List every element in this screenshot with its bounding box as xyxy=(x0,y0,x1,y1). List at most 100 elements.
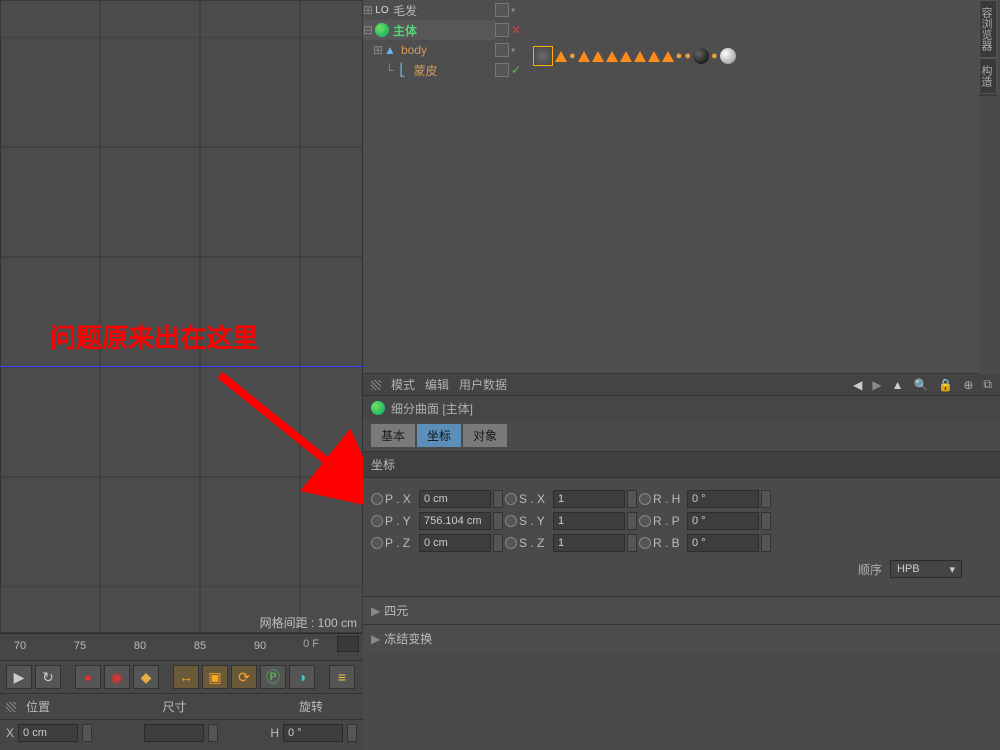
tree-row-mainbody[interactable]: ⊟ 主体 xyxy=(363,20,495,40)
layer-checkbox[interactable] xyxy=(495,43,509,57)
autokey-button[interactable]: ◉ xyxy=(104,665,130,689)
spinner[interactable] xyxy=(493,490,503,508)
pla-key-button[interactable]: ◑ xyxy=(289,665,315,689)
flag-dot[interactable]: • xyxy=(511,3,515,17)
spinner[interactable] xyxy=(493,534,503,552)
input-rp[interactable]: 0 ° xyxy=(687,512,759,530)
keyframe-toggle[interactable] xyxy=(639,515,651,527)
tree-row-hair[interactable]: ⊞ LO 毛发 xyxy=(363,0,495,20)
input-sy[interactable]: 1 xyxy=(553,512,625,530)
keyframe-toggle[interactable] xyxy=(639,493,651,505)
material-tag-icon[interactable] xyxy=(578,51,590,62)
loop-button[interactable]: ↻ xyxy=(35,665,61,689)
input-px[interactable]: 0 cm xyxy=(419,490,491,508)
timeline-panel[interactable]: 70 75 80 85 90 0 F ▶ ↻ ● ◉ ◆ ↔ ▣ ⟳ Ⓟ ◑ ≡… xyxy=(0,633,363,750)
keyframe-toggle[interactable] xyxy=(505,515,517,527)
pin-icon[interactable]: ⧉ xyxy=(983,377,992,392)
tree-row-skin[interactable]: └ ⎣ 蒙皮 xyxy=(363,60,495,80)
h-input[interactable]: 0 ° xyxy=(283,724,343,742)
flag-row[interactable]: ✕ xyxy=(495,20,531,40)
attribute-tabs[interactable]: 基本 坐标 对象 xyxy=(363,420,1000,451)
expander-icon[interactable]: ⊟ xyxy=(363,23,371,37)
frame-input[interactable] xyxy=(337,636,359,652)
layer-checkbox[interactable] xyxy=(495,3,509,17)
menu-userdata[interactable]: 用户数据 xyxy=(459,376,507,393)
rotation-order-dropdown[interactable]: HPB▾ xyxy=(890,560,962,578)
input-py[interactable]: 756.104 cm xyxy=(419,512,491,530)
input-rb[interactable]: 0 ° xyxy=(687,534,759,552)
move-key-button[interactable]: ↔ xyxy=(173,665,199,689)
transport-toolbar[interactable]: ▶ ↻ ● ◉ ◆ ↔ ▣ ⟳ Ⓟ ◑ ≡ xyxy=(0,660,363,693)
hierarchy-panel[interactable]: ⊞ LO 毛发 ⊟ 主体 ⊞ ▲ body └ ⎣ 蒙皮 • ✕ • ✓ xyxy=(363,0,979,374)
play-button[interactable]: ▶ xyxy=(6,665,32,689)
flag-dot[interactable]: • xyxy=(511,43,515,57)
disable-icon[interactable]: ✕ xyxy=(511,23,521,37)
keyframe-button[interactable]: ◆ xyxy=(133,665,159,689)
side-tab-construct[interactable]: 构造 xyxy=(979,58,997,94)
keyframe-toggle[interactable] xyxy=(639,537,651,549)
expander-icon[interactable]: ⊞ xyxy=(363,3,371,17)
spinner[interactable] xyxy=(627,534,637,552)
input-rh[interactable]: 0 ° xyxy=(687,490,759,508)
visibility-flags[interactable]: • ✕ • ✓ xyxy=(495,0,531,80)
grip-icon[interactable] xyxy=(6,702,16,712)
layer-checkbox[interactable] xyxy=(495,63,509,77)
size-x-input[interactable] xyxy=(144,724,204,742)
spinner[interactable] xyxy=(82,724,92,742)
small-dot-icon[interactable]: ● xyxy=(676,50,683,62)
x-input[interactable]: 0 cm xyxy=(18,724,78,742)
attributes-panel[interactable]: 模式 编辑 用户数据 ◀ ▶ ▲ 🔍 🔒 ⊕ ⧉ 细分曲面 [主体] 基本 坐标… xyxy=(363,374,1000,750)
record-button[interactable]: ● xyxy=(75,665,101,689)
tag-strip[interactable]: ● ● ● ● xyxy=(533,46,736,66)
input-pz[interactable]: 0 cm xyxy=(419,534,491,552)
section-quaternion[interactable]: ▶四元 xyxy=(363,596,1000,624)
rotate-key-button[interactable]: ⟳ xyxy=(231,665,257,689)
tab-object[interactable]: 对象 xyxy=(463,424,507,447)
material-tag-icon[interactable] xyxy=(555,51,567,62)
search-icon[interactable]: 🔍 xyxy=(913,378,928,392)
spinner[interactable] xyxy=(627,490,637,508)
viewport[interactable]: 问题原来出在这里 网格间距 : 100 cm xyxy=(0,0,363,633)
expander-icon[interactable]: ⊞ xyxy=(373,43,381,57)
small-dot-icon[interactable]: ● xyxy=(569,50,576,62)
keyframe-toggle[interactable] xyxy=(371,493,383,505)
layer-checkbox[interactable] xyxy=(495,23,509,37)
spinner[interactable] xyxy=(627,512,637,530)
menu-mode[interactable]: 模式 xyxy=(391,376,415,393)
spinner[interactable] xyxy=(347,724,357,742)
timeline-view-button[interactable]: ≡ xyxy=(329,665,355,689)
material-ball-light-icon[interactable] xyxy=(720,48,736,64)
flag-row[interactable]: ✓ xyxy=(495,60,531,80)
flag-row[interactable]: • xyxy=(495,0,531,20)
keyframe-toggle[interactable] xyxy=(505,537,517,549)
grip-icon[interactable] xyxy=(371,380,381,390)
material-tag-icon[interactable] xyxy=(620,51,632,62)
spinner[interactable] xyxy=(761,512,771,530)
enable-icon[interactable]: ✓ xyxy=(511,63,521,77)
tab-basic[interactable]: 基本 xyxy=(371,424,415,447)
small-dot-icon[interactable]: ● xyxy=(711,50,718,62)
input-sx[interactable]: 1 xyxy=(553,490,625,508)
tab-coord[interactable]: 坐标 xyxy=(417,424,461,447)
tree-row-body[interactable]: ⊞ ▲ body xyxy=(363,40,495,60)
object-tree[interactable]: ⊞ LO 毛发 ⊟ 主体 ⊞ ▲ body └ ⎣ 蒙皮 xyxy=(363,0,495,80)
material-tag-icon[interactable] xyxy=(648,51,660,62)
material-tag-icon[interactable] xyxy=(606,51,618,62)
lock-icon[interactable]: 🔒 xyxy=(938,378,953,392)
flag-row[interactable]: • xyxy=(495,40,531,60)
material-ball-dark-icon[interactable] xyxy=(693,48,709,64)
keyframe-toggle[interactable] xyxy=(505,493,517,505)
nav-up-icon[interactable]: ▲ xyxy=(892,378,904,392)
attributes-menubar[interactable]: 模式 编辑 用户数据 ◀ ▶ ▲ 🔍 🔒 ⊕ ⧉ xyxy=(363,374,1000,396)
nav-back-icon[interactable]: ◀ xyxy=(853,378,862,392)
keyframe-toggle[interactable] xyxy=(371,537,383,549)
small-dot-icon[interactable]: ● xyxy=(684,50,691,62)
nav-fwd-icon[interactable]: ▶ xyxy=(872,378,881,392)
side-tab-browser[interactable]: 容浏览器 xyxy=(979,0,997,58)
spinner[interactable] xyxy=(208,724,218,742)
spinner[interactable] xyxy=(761,490,771,508)
section-freeze[interactable]: ▶冻结变换 xyxy=(363,624,1000,652)
material-tag-icon[interactable] xyxy=(592,51,604,62)
spinner[interactable] xyxy=(493,512,503,530)
menu-edit[interactable]: 编辑 xyxy=(425,376,449,393)
